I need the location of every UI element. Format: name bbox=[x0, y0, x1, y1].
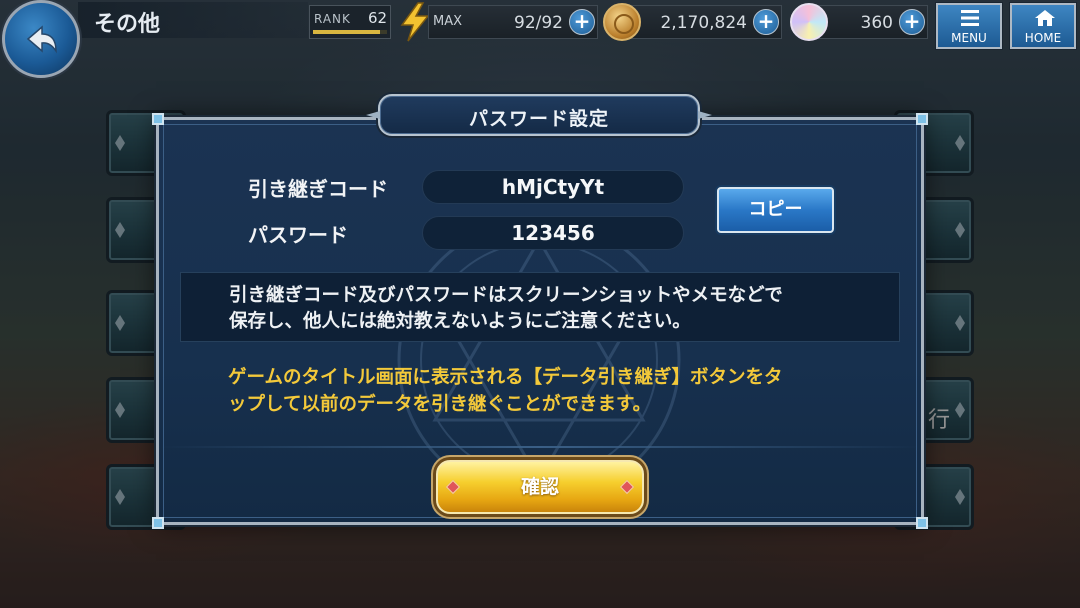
dialog-divider bbox=[160, 446, 920, 448]
transfer-instructions-text: ゲームのタイトル画面に表示される【データ引き継ぎ】ボタンをタ ップして以前のデー… bbox=[228, 364, 888, 418]
rank-label: RANK bbox=[314, 12, 351, 26]
menu-button[interactable]: MENU bbox=[936, 3, 1002, 49]
transfer-code-field: hMjCtyYt bbox=[422, 170, 684, 204]
home-icon bbox=[1035, 10, 1055, 26]
coins-display: 2,170,824 + bbox=[618, 5, 782, 39]
security-notice-text: 引き継ぎコード及びパスワードはスクリーンショットやメモなどで 保存し、他人には絶… bbox=[229, 283, 889, 335]
password-label: パスワード bbox=[248, 223, 348, 247]
rainbow-gem-icon bbox=[790, 3, 828, 41]
transfer-code-value: hMjCtyYt bbox=[501, 175, 605, 199]
stamina-value: 92/92 bbox=[514, 13, 563, 33]
dialog-title: パスワード設定 bbox=[468, 108, 609, 130]
coins-value: 2,170,824 bbox=[660, 13, 747, 33]
rank-display: RANK 62 bbox=[309, 5, 391, 39]
home-button[interactable]: HOME bbox=[1010, 3, 1076, 49]
info-line: ップして以前のデータを引き継ぐことができます。 bbox=[228, 394, 652, 415]
stamina-display: MAX 92/92 + bbox=[428, 5, 598, 39]
add-gems-button[interactable]: + bbox=[899, 9, 925, 35]
info-line: ゲームのタイトル画面に表示される【データ引き継ぎ】ボタンをタ bbox=[228, 367, 783, 388]
password-field: 123456 bbox=[422, 216, 684, 250]
hamburger-menu-icon bbox=[961, 10, 979, 26]
notice-line: 保存し、他人には絶対教えないようにご注意ください。 bbox=[229, 311, 691, 332]
button-gem-icon bbox=[445, 479, 461, 495]
dialog-title-plate: パスワード設定 bbox=[366, 94, 700, 136]
stamina-max-label: MAX bbox=[433, 14, 463, 29]
screen-title: その他 bbox=[94, 12, 161, 37]
confirm-button-label: 確認 bbox=[520, 476, 559, 498]
add-coins-button[interactable]: + bbox=[753, 9, 779, 35]
security-notice-box: 引き継ぎコード及びパスワードはスクリーンショットやメモなどで 保存し、他人には絶… bbox=[180, 272, 900, 342]
menu-label: MENU bbox=[951, 31, 987, 45]
confirm-button[interactable]: 確認 bbox=[436, 460, 644, 514]
gems-value: 360 bbox=[860, 13, 893, 33]
password-value: 123456 bbox=[511, 221, 595, 245]
rank-value: 62 bbox=[368, 9, 388, 27]
lightning-bolt-icon bbox=[400, 2, 430, 42]
transfer-code-label: 引き継ぎコード bbox=[248, 177, 388, 201]
top-status-bar: その他 RANK 62 MAX 92/92 + 2,170,824 + 360 … bbox=[0, 0, 1080, 49]
notice-line: 引き継ぎコード及びパスワードはスクリーンショットやメモなどで bbox=[229, 285, 783, 306]
rank-progress-bar bbox=[313, 30, 387, 34]
add-stamina-button[interactable]: + bbox=[569, 9, 595, 35]
home-label: HOME bbox=[1024, 31, 1062, 45]
back-button[interactable] bbox=[2, 0, 80, 78]
gold-coin-icon bbox=[603, 3, 641, 41]
copy-button[interactable]: コピー bbox=[717, 187, 834, 233]
back-arrow-icon bbox=[26, 25, 57, 54]
button-gem-icon bbox=[619, 479, 635, 495]
